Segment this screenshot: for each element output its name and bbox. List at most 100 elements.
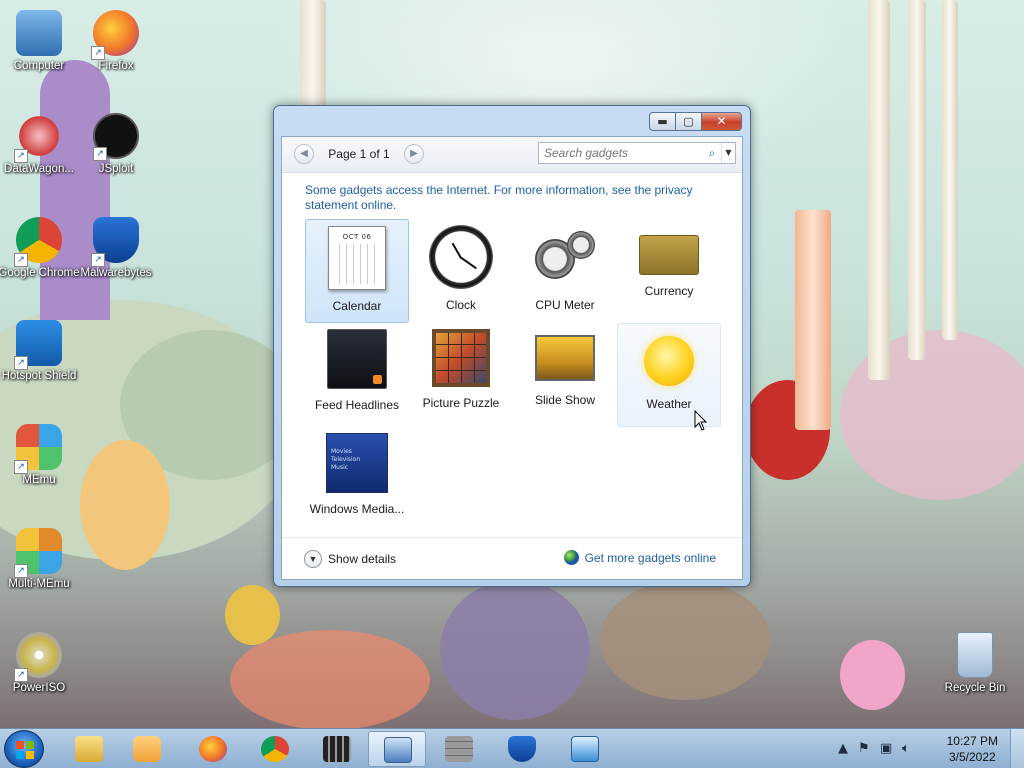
gadget-label: Windows Media... xyxy=(309,502,405,516)
wall-icon xyxy=(445,736,473,762)
jsploit-icon: ↗ xyxy=(93,113,139,161)
desktop-icon-poweriso[interactable]: ↗ PowerISO xyxy=(0,632,80,695)
gadget-currency[interactable]: Currency xyxy=(617,219,721,323)
explorer-icon xyxy=(75,736,103,762)
gadget-cpu-meter[interactable]: CPU Meter xyxy=(513,219,617,323)
gadget-label: Feed Headlines xyxy=(314,398,400,412)
gadget-label: Clock xyxy=(445,298,476,312)
search-icon[interactable]: ⌕ xyxy=(703,146,721,161)
desktop-icon-google-chrome[interactable]: ↗ Google Chrome xyxy=(0,217,80,280)
remote-desktop-icon xyxy=(571,736,599,762)
windows-logo-icon xyxy=(16,741,34,759)
feed-headlines-icon xyxy=(327,329,387,389)
memu-icon: ↗ xyxy=(14,424,62,474)
show-hidden-icons-icon[interactable]: ▲ xyxy=(838,741,848,756)
gadget-slide-show[interactable]: Slide Show xyxy=(513,323,617,427)
show-details-button[interactable]: ▼ Show details xyxy=(304,550,396,568)
desktop-icon-firefox[interactable]: ↗ Firefox xyxy=(75,10,157,73)
shortcut-arrow-icon: ↗ xyxy=(14,356,28,370)
minimize-button[interactable]: ▬ xyxy=(649,112,676,131)
gadget-windows-media-center[interactable]: Movies Television Music Windows Media... xyxy=(305,427,409,531)
feed-rss-icon xyxy=(373,375,382,384)
malwarebytes-icon: ↗ xyxy=(91,217,139,267)
firefox-icon: ↗ xyxy=(91,10,139,60)
search-box[interactable]: ⌕ ▼ xyxy=(538,142,736,164)
search-input[interactable] xyxy=(539,143,703,163)
wallpaper-figure xyxy=(80,440,170,570)
wallpaper-mountain xyxy=(40,60,110,320)
taskbar-wall-button[interactable] xyxy=(430,731,488,767)
desktop-icon-recycle-bin[interactable]: Recycle Bin xyxy=(934,632,1016,695)
desktop-icon-label: Firefox xyxy=(98,60,134,72)
calendar-month-label: OCT 06 xyxy=(342,233,372,241)
next-page-button[interactable]: ▶ xyxy=(404,144,424,164)
media-player-icon xyxy=(133,736,161,762)
taskbar-video-button[interactable] xyxy=(308,731,366,767)
wallpaper-feathers xyxy=(230,630,430,728)
desktop-icon-label: PowerISO xyxy=(12,682,66,694)
desktop-icon-label: Recycle Bin xyxy=(944,682,1006,694)
clock-icon xyxy=(429,225,493,289)
windows-media-center-icon: Movies Television Music xyxy=(326,433,388,493)
clock-minute-hand xyxy=(459,256,477,270)
computer-icon xyxy=(16,10,62,56)
taskbar-firefox-button[interactable] xyxy=(184,731,242,767)
currency-icon xyxy=(639,235,699,275)
taskbar-gadgets-button[interactable] xyxy=(368,731,426,767)
gadget-gallery-content: ◀ Page 1 of 1 ▶ ⌕ ▼ Some gadgets access … xyxy=(281,136,743,580)
wallpaper-figure xyxy=(440,580,590,720)
taskbar-chrome-button[interactable] xyxy=(246,731,304,767)
clock-date: 3/5/2022 xyxy=(948,750,996,764)
desktop-icon-multi-memu[interactable]: ↗ Multi-MEmu xyxy=(0,528,80,591)
network-icon[interactable]: ▣ xyxy=(880,741,892,756)
system-clock[interactable]: 10:27 PM 3/5/2022 xyxy=(947,733,998,765)
gadget-feed-headlines[interactable]: Feed Headlines xyxy=(305,323,409,427)
gadget-label: Currency xyxy=(644,284,694,298)
gadget-label: Calendar xyxy=(332,299,382,313)
wallpaper-tree xyxy=(908,0,926,360)
volume-icon[interactable]: 🔈︎ xyxy=(902,741,910,756)
start-button[interactable] xyxy=(4,730,44,768)
gadget-clock[interactable]: Clock xyxy=(409,219,513,323)
desktop-icon-jsploit[interactable]: ↗ JSploit xyxy=(75,113,157,176)
gadget-calendar[interactable]: OCT 06 Calendar xyxy=(305,219,409,323)
video-icon xyxy=(323,736,351,762)
chrome-icon: ↗ xyxy=(14,217,62,267)
wallpaper-figure xyxy=(600,580,770,700)
taskbar-explorer-button[interactable] xyxy=(60,731,118,767)
previous-page-button[interactable]: ◀ xyxy=(294,144,314,164)
desktop-icon-malwarebytes[interactable]: ↗ Malwarebytes xyxy=(75,217,157,280)
poweriso-icon: ↗ xyxy=(14,632,62,682)
desktop-icon-label: MEmu xyxy=(22,474,56,486)
desktop-icon-label: Google Chrome xyxy=(0,267,80,279)
firefox-icon xyxy=(199,736,227,762)
window-controls: ▬ ▢ ✕ xyxy=(649,112,742,131)
get-more-gadgets-label: Get more gadgets online xyxy=(584,550,716,565)
shortcut-arrow-icon: ↗ xyxy=(14,564,28,578)
datawagon-icon: ↗ xyxy=(14,113,62,163)
cpu-meter-icon xyxy=(533,225,597,289)
show-desktop-button[interactable] xyxy=(1010,729,1024,768)
action-center-flag-icon[interactable]: ⚑ xyxy=(858,741,870,756)
maximize-button[interactable]: ▢ xyxy=(676,112,702,131)
get-more-gadgets-link[interactable]: Get more gadgets online xyxy=(563,550,716,565)
chrome-icon xyxy=(261,736,289,762)
search-dropdown-icon[interactable]: ▼ xyxy=(721,143,735,163)
privacy-info-link[interactable]: Some gadgets access the Internet. For mo… xyxy=(305,183,725,213)
desktop-icon-datawagon[interactable]: ↗ DataWagon... xyxy=(0,113,80,176)
gadget-picture-puzzle[interactable]: Picture Puzzle xyxy=(409,323,513,427)
desktop-icon-computer[interactable]: Computer xyxy=(0,10,80,73)
desktop-icon-label: JSploit xyxy=(98,163,134,175)
desktop-icon-hotspot-shield[interactable]: ↗ Hotspot Shield xyxy=(0,320,80,383)
close-button[interactable]: ✕ xyxy=(702,112,742,131)
wallpaper-tower xyxy=(795,210,831,430)
desktop-icon-label: Multi-MEmu xyxy=(8,578,70,590)
malwarebytes-icon xyxy=(508,736,536,762)
shortcut-arrow-icon: ↗ xyxy=(14,668,28,682)
gadget-gallery-window[interactable]: ▬ ▢ ✕ ◀ Page 1 of 1 ▶ ⌕ ▼ Some gadgets a… xyxy=(273,105,751,587)
taskbar-malwarebytes-button[interactable] xyxy=(493,731,551,767)
desktop-icon-memu[interactable]: ↗ MEmu xyxy=(0,424,80,487)
desktop-icon-label: DataWagon... xyxy=(4,163,74,175)
taskbar-media-player-button[interactable] xyxy=(118,731,176,767)
taskbar-remote-desktop-button[interactable] xyxy=(556,731,614,767)
